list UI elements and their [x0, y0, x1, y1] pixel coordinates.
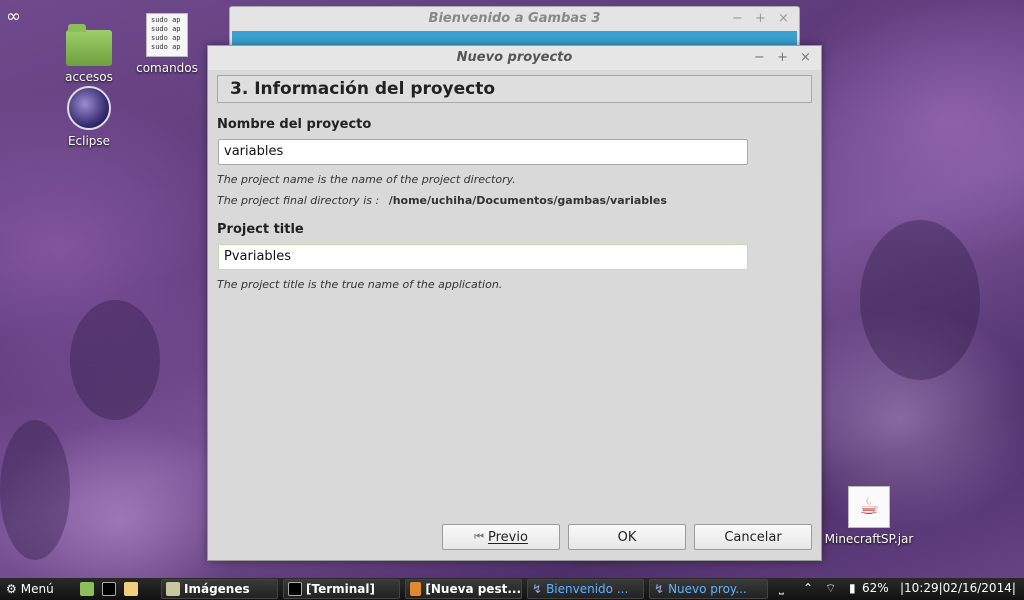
project-dir-hint-text: The project final directory is :: [217, 194, 380, 207]
java-jar-icon: ☕: [848, 486, 890, 528]
task-label: Bienvenido ...: [546, 582, 629, 596]
terminal-icon: [288, 582, 302, 596]
new-project-dialog: Nuevo proyecto − + × 3. Información del …: [207, 45, 822, 561]
desktop-icon-comandos[interactable]: sudo ap sudo ap sudo ap sudo ap comandos: [127, 13, 207, 75]
taskbar-task-gambas-welcome[interactable]: ↯ Bienvenido ...: [527, 579, 644, 599]
wallpaper-shape: [860, 220, 980, 380]
menu-label: Menú: [20, 582, 54, 596]
taskbar-task-browser[interactable]: [Nueva pest...: [405, 579, 522, 599]
terminal-icon: [102, 582, 116, 596]
wallpaper-shape: [70, 300, 160, 420]
project-title-hint: The project title is the true name of th…: [217, 278, 503, 291]
project-name-input[interactable]: variables: [218, 139, 748, 165]
window-title: Bienvenido a Gambas 3: [428, 11, 601, 26]
close-icon[interactable]: ×: [778, 11, 789, 26]
task-label: Nuevo proy...: [668, 582, 747, 596]
folder-icon: [66, 24, 112, 66]
task-label: Imágenes: [184, 582, 250, 596]
wifi-icon[interactable]: ⌔: [825, 581, 836, 596]
desktop-icon-label: Eclipse: [67, 134, 111, 148]
wallpaper-shape: [0, 420, 70, 560]
project-title-input[interactable]: Pvariables: [218, 244, 748, 270]
minimize-icon[interactable]: −: [754, 50, 765, 65]
taskbar: ⚙ Menú Imágenes [Terminal] [Nueva pest..…: [0, 578, 1024, 600]
minimize-icon[interactable]: −: [732, 11, 743, 26]
maximize-icon[interactable]: +: [755, 11, 766, 26]
project-dir-hint: The project final directory is : /home/u…: [217, 194, 667, 207]
task-label: [Terminal]: [306, 582, 375, 596]
task-label: [Nueva pest...: [425, 582, 521, 596]
chevron-up-icon[interactable]: ⌃: [803, 581, 813, 595]
ok-button[interactable]: OK: [568, 524, 686, 550]
double-left-arrow-icon: ⏮: [474, 530, 484, 543]
taskbar-task-terminal[interactable]: [Terminal]: [283, 579, 400, 599]
previous-button-label: Previo: [487, 529, 528, 545]
editor-launcher[interactable]: [120, 579, 140, 599]
previous-button[interactable]: ⏮ Previo: [442, 524, 560, 550]
eclipse-icon: [67, 86, 111, 130]
desktop-icon-eclipse[interactable]: Eclipse: [49, 86, 129, 148]
gear-icon: ⚙: [6, 582, 17, 596]
project-name-label: Nombre del proyecto: [217, 117, 372, 132]
battery-icon[interactable]: ▮: [849, 581, 856, 595]
clock[interactable]: |10:29|02/16/2014|: [900, 581, 1016, 595]
gambas-icon: ↯: [654, 582, 665, 596]
project-title-label: Project title: [217, 222, 304, 237]
cancel-button[interactable]: Cancelar: [694, 524, 812, 550]
text-editor-icon: [124, 582, 138, 596]
desktop-icon-minecraft-jar[interactable]: ☕ MinecraftSP.jar: [823, 486, 915, 546]
taskbar-task-new-project[interactable]: ↯ Nuevo proy...: [649, 579, 768, 599]
gambas-icon: ↯: [532, 582, 543, 596]
folder-icon: [166, 582, 180, 596]
folder-icon: [80, 582, 94, 596]
desktop-icon-accesos[interactable]: accesos: [49, 24, 129, 84]
file-manager-launcher[interactable]: [76, 579, 96, 599]
desktop-icon-label: comandos: [136, 61, 198, 75]
browser-icon: [410, 582, 422, 596]
step-header: 3. Información del proyecto: [217, 75, 812, 103]
project-dir-path: /home/uchiha/Documentos/gambas/variables: [388, 194, 667, 207]
battery-percentage: 62%: [862, 581, 889, 595]
terminal-launcher[interactable]: [98, 579, 118, 599]
desktop-icon-label: MinecraftSP.jar: [824, 532, 914, 546]
dialog-title: Nuevo proyecto: [208, 46, 821, 70]
taskbar-task-imagenes[interactable]: Imágenes: [161, 579, 278, 599]
infinity-icon[interactable]: ∞: [6, 6, 21, 27]
desktop-icon-label: accesos: [65, 70, 113, 84]
close-icon[interactable]: ×: [800, 50, 811, 65]
welcome-window[interactable]: Bienvenido a Gambas 3 − + ×: [229, 6, 800, 47]
project-name-hint: The project name is the name of the proj…: [217, 173, 516, 186]
show-desktop-icon[interactable]: ⎵: [779, 581, 784, 596]
maximize-icon[interactable]: +: [777, 50, 788, 65]
script-file-icon: sudo ap sudo ap sudo ap sudo ap: [146, 13, 188, 57]
menu-button[interactable]: ⚙ Menú: [2, 579, 72, 599]
